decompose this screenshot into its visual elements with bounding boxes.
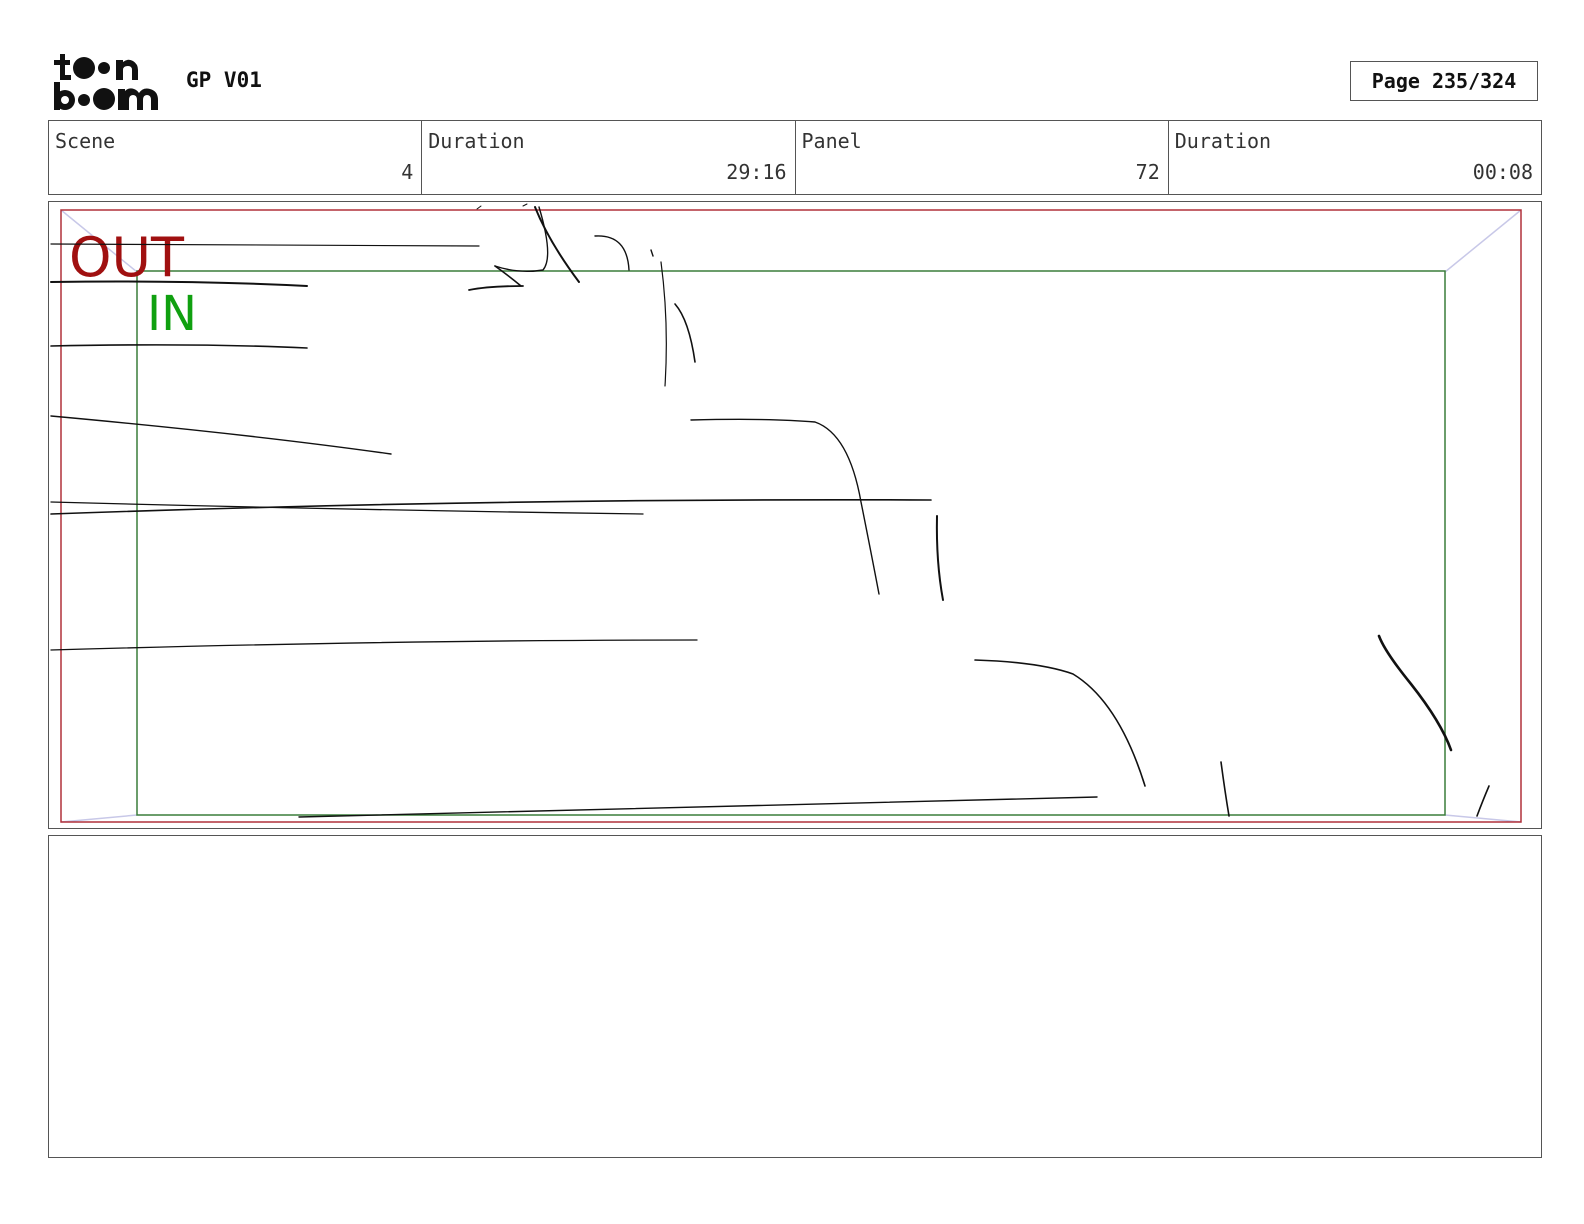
panel-duration-label: Duration xyxy=(1174,129,1272,153)
panel-cell: Panel 72 xyxy=(796,121,1169,194)
storyboard-panel: OUT IN xyxy=(48,201,1542,829)
scene-duration-cell: Duration 29:16 xyxy=(422,121,796,194)
scene-value: 4 xyxy=(401,160,414,184)
scene-cell: Scene 4 xyxy=(49,121,423,194)
scene-duration-value: 29:16 xyxy=(726,160,787,184)
scene-label: Scene xyxy=(55,129,116,153)
project-title: GP V01 xyxy=(186,68,262,92)
notes-box xyxy=(48,835,1542,1158)
info-bar: Scene 4 Duration 29:16 Panel 72 Duration… xyxy=(48,120,1542,195)
sketch-strokes xyxy=(50,203,1490,818)
out-label: OUT xyxy=(69,226,185,289)
toonboom-logo xyxy=(54,54,158,110)
in-label: IN xyxy=(147,286,197,342)
page-indicator: Page 235/324 xyxy=(1350,61,1538,101)
panel-duration-cell: Duration 00:08 xyxy=(1169,121,1541,194)
panel-value: 72 xyxy=(1135,160,1160,184)
panel-drawing: OUT IN xyxy=(50,203,1522,823)
panel-label: Panel xyxy=(801,129,862,153)
camera-corner-lines xyxy=(60,209,1522,823)
out-frame xyxy=(60,209,1522,823)
scene-duration-label: Duration xyxy=(428,129,525,153)
panel-duration-value: 00:08 xyxy=(1472,160,1533,184)
in-frame xyxy=(136,270,1446,816)
